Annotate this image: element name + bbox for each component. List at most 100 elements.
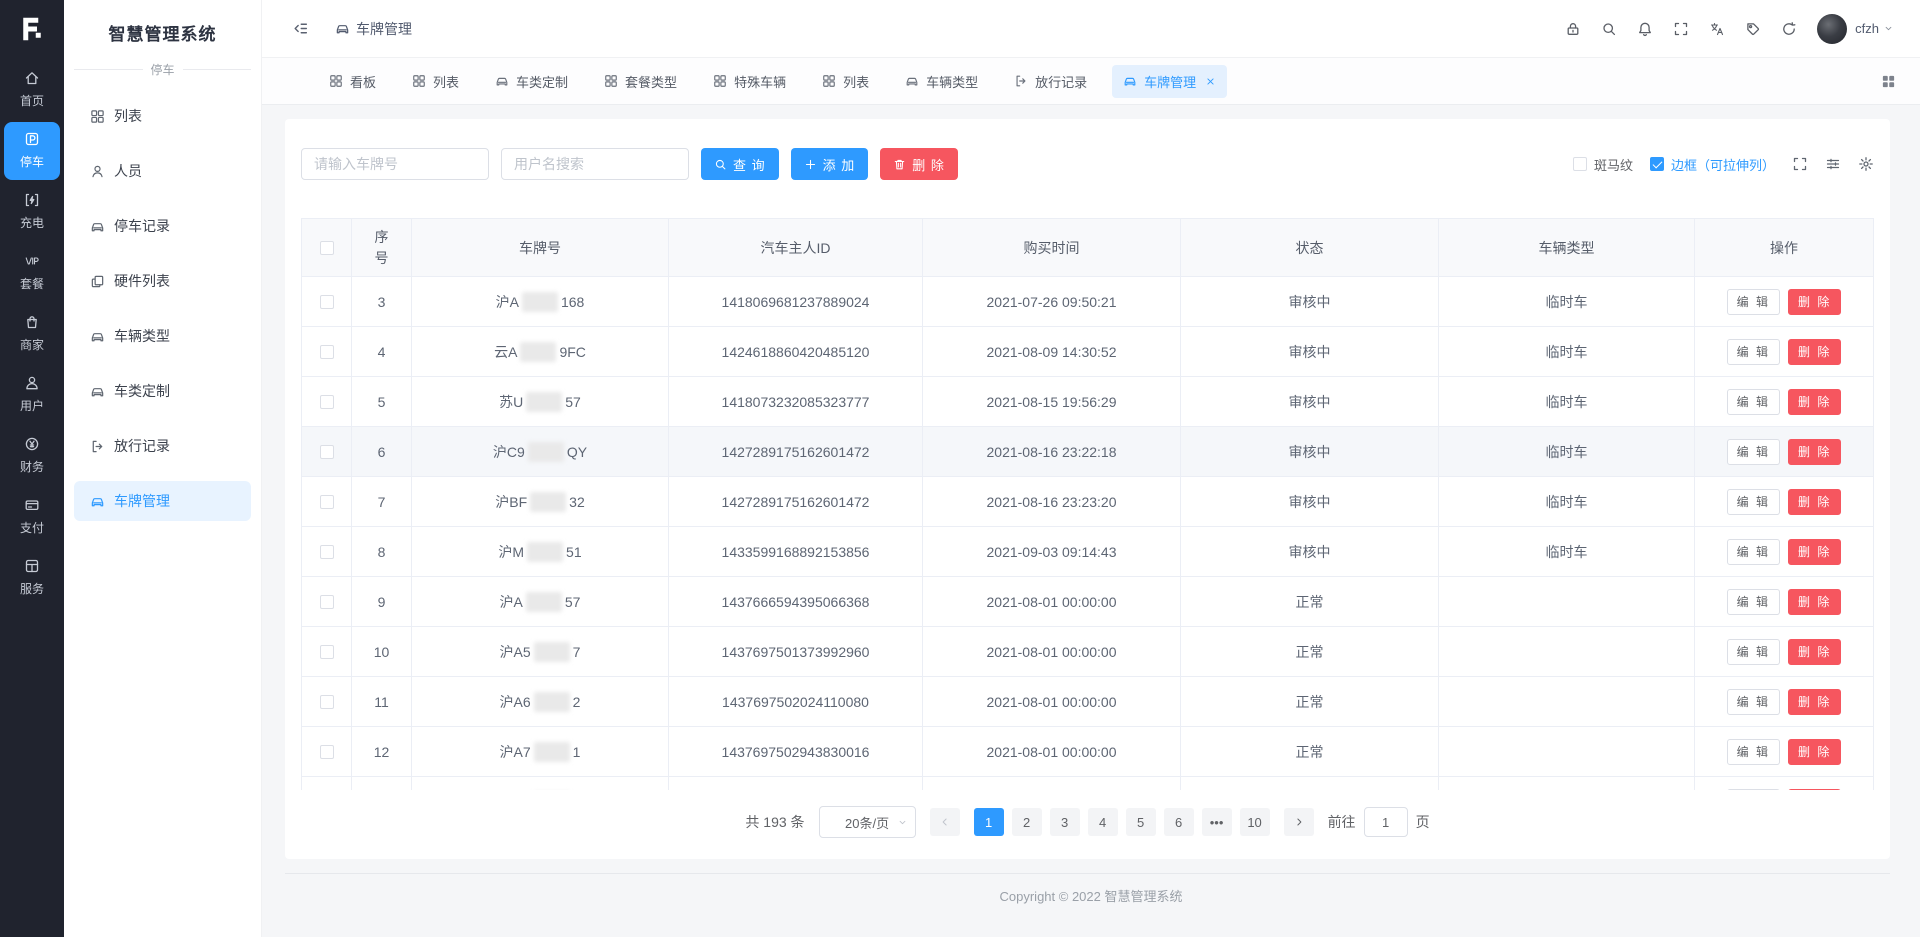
prev-page-button[interactable] [930,808,960,836]
goto-page-input[interactable] [1364,807,1408,837]
sidebar-item[interactable]: 车类定制 [74,371,251,411]
page-button[interactable]: 1 [974,808,1004,836]
edit-button[interactable]: 编 辑 [1727,639,1780,665]
sidebar-item[interactable]: 放行记录 [74,426,251,466]
rail-item[interactable]: 用户 [4,366,60,424]
row-delete-button[interactable]: 删 除 [1788,589,1841,615]
edit-button[interactable]: 编 辑 [1727,489,1780,515]
search-icon[interactable] [1591,11,1627,47]
row-delete-button[interactable]: 删 除 [1788,289,1841,315]
tab[interactable]: 特殊车辆 [702,65,797,98]
page-button[interactable]: 5 [1126,808,1156,836]
page-button[interactable]: 6 [1164,808,1194,836]
fullscreen-icon[interactable] [1663,11,1699,47]
row-checkbox[interactable] [320,445,334,459]
delete-button[interactable]: 删 除 [880,148,958,180]
tab[interactable]: 车类定制 [484,65,579,98]
query-button[interactable]: 查 询 [701,148,779,180]
rail-item[interactable]: 商家 [4,305,60,363]
row-checkbox[interactable] [320,695,334,709]
row-checkbox[interactable] [320,545,334,559]
user-menu[interactable]: cfzh [1855,21,1894,36]
tab[interactable]: 车牌管理 [1112,65,1227,98]
edit-button[interactable]: 编 辑 [1727,439,1780,465]
tab[interactable]: 车辆类型 [894,65,989,98]
sidebar-item[interactable]: 车辆类型 [74,316,251,356]
row-delete-button[interactable]: 删 除 [1788,789,1841,791]
sidebar-item[interactable]: 停车记录 [74,206,251,246]
row-delete-button[interactable]: 删 除 [1788,689,1841,715]
edit-button[interactable]: 编 辑 [1727,789,1780,791]
tab-layout-icon[interactable] [1881,74,1896,89]
edit-button[interactable]: 编 辑 [1727,289,1780,315]
close-icon[interactable] [1205,76,1216,87]
sidebar-item[interactable]: 人员 [74,151,251,191]
row-checkbox[interactable] [320,645,334,659]
page-button[interactable]: ••• [1202,808,1232,836]
edit-button[interactable]: 编 辑 [1727,689,1780,715]
username-search-input[interactable] [501,148,689,180]
sidebar-item[interactable]: 硬件列表 [74,261,251,301]
checkbox[interactable] [1573,157,1587,171]
translate-icon[interactable] [1699,11,1735,47]
sidebar-item[interactable]: 列表 [74,96,251,136]
page-button[interactable]: 2 [1012,808,1042,836]
row-checkbox[interactable] [320,745,334,759]
add-button[interactable]: 添 加 [791,148,869,180]
edit-button[interactable]: 编 辑 [1727,739,1780,765]
page-button[interactable]: 10 [1240,808,1270,836]
tab[interactable]: 列表 [401,65,470,98]
rail-item-icon [24,70,40,86]
menu-fold-icon[interactable] [292,20,309,37]
next-page-button[interactable] [1284,808,1314,836]
rail-item[interactable]: 服务 [4,549,60,607]
column-settings-icon[interactable] [1825,156,1841,172]
sidebar-item-label: 列表 [114,106,142,126]
zebra-checkbox[interactable]: 斑马纹 [1573,155,1633,174]
row-checkbox[interactable] [320,595,334,609]
edit-button[interactable]: 编 辑 [1727,389,1780,415]
bell-icon[interactable] [1627,11,1663,47]
avatar[interactable] [1817,14,1847,44]
row-delete-button[interactable]: 删 除 [1788,639,1841,665]
row-delete-button[interactable]: 删 除 [1788,739,1841,765]
sidebar-item[interactable]: 车牌管理 [74,481,251,521]
tab[interactable]: 列表 [811,65,880,98]
cell-seq: 3 [352,277,412,326]
rail-item[interactable]: 停车 [4,122,60,180]
tab[interactable]: 放行记录 [1003,65,1098,98]
row-delete-button[interactable]: 删 除 [1788,439,1841,465]
edit-button[interactable]: 编 辑 [1727,339,1780,365]
rail-item[interactable]: 套餐 [4,244,60,302]
gear-icon[interactable] [1858,156,1874,172]
tab[interactable]: 套餐类型 [593,65,688,98]
checkbox-checked[interactable] [1650,157,1664,171]
tag-icon[interactable] [1735,11,1771,47]
page-button[interactable]: 4 [1088,808,1118,836]
row-checkbox[interactable] [320,345,334,359]
plate-search-input[interactable] [301,148,489,180]
edit-button[interactable]: 编 辑 [1727,539,1780,565]
row-delete-button[interactable]: 删 除 [1788,489,1841,515]
row-delete-button[interactable]: 删 除 [1788,539,1841,565]
app-logo-icon[interactable] [0,0,64,58]
rail-item[interactable]: 首页 [4,61,60,119]
row-checkbox[interactable] [320,295,334,309]
row-delete-button[interactable]: 删 除 [1788,339,1841,365]
row-delete-button[interactable]: 删 除 [1788,389,1841,415]
page-size-select[interactable]: 20条/页 [819,806,916,838]
border-checkbox[interactable]: 边框（可拉伸列） [1650,155,1775,174]
refresh-icon[interactable] [1771,11,1807,47]
row-checkbox[interactable] [320,395,334,409]
lock-icon[interactable] [1555,11,1591,47]
tab[interactable]: 看板 [318,65,387,98]
select-all-checkbox[interactable] [320,241,334,255]
page-button[interactable]: 3 [1050,808,1080,836]
rail-item[interactable]: 支付 [4,488,60,546]
row-checkbox[interactable] [320,495,334,509]
fullscreen-icon[interactable] [1792,156,1808,172]
edit-button[interactable]: 编 辑 [1727,589,1780,615]
rail-item-icon [24,375,40,391]
rail-item[interactable]: 充电 [4,183,60,241]
rail-item[interactable]: 财务 [4,427,60,485]
